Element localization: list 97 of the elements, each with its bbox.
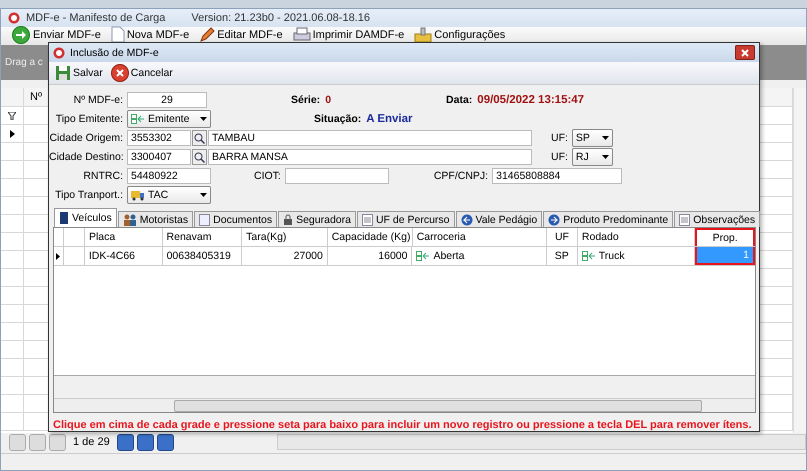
toolbar-button[interactable]: Enviar MDF-e xyxy=(11,28,101,41)
table-cell: 16000 xyxy=(328,247,412,265)
tag-icon xyxy=(582,251,596,261)
field-label: Situação: xyxy=(314,113,362,125)
serie-value: 0 xyxy=(325,94,332,106)
status-value: A Enviar xyxy=(366,113,412,125)
column-header[interactable]: Tara(Kg) xyxy=(242,228,328,246)
nav-button[interactable] xyxy=(156,434,174,450)
toolbox-icon xyxy=(414,26,432,42)
version-label: Version: 21.23b0 - 2021.06.08-18.16 xyxy=(191,12,370,24)
dropdown[interactable]: RJ xyxy=(572,148,613,166)
table-cell: Aberta xyxy=(412,247,547,265)
lock-icon xyxy=(283,214,294,225)
column-header[interactable]: Renavam xyxy=(162,228,242,246)
column-header[interactable]: UF xyxy=(547,228,578,246)
input-field[interactable]: BARRA MANSA xyxy=(208,149,532,165)
filter-icon xyxy=(8,112,16,120)
document-icon xyxy=(110,26,125,43)
toolbar-button[interactable]: Salvar xyxy=(55,65,103,81)
field-label: Tipo Emitente: xyxy=(54,113,123,125)
caret-icon xyxy=(200,117,207,121)
field-label: CIOT: xyxy=(254,170,281,182)
input-field[interactable]: 54480922 xyxy=(127,168,211,184)
nav-button[interactable] xyxy=(116,434,134,450)
arrow-icon xyxy=(56,252,60,260)
tag-icon xyxy=(416,251,430,261)
floppy-icon xyxy=(55,65,71,81)
app-icon xyxy=(53,46,65,58)
scrollbar[interactable] xyxy=(793,88,806,433)
door-icon xyxy=(59,212,69,224)
field-label: Cidade Destino: xyxy=(49,151,123,163)
field-label: UF: xyxy=(551,132,568,144)
app-icon xyxy=(8,12,20,24)
field-label: Data: xyxy=(446,94,472,106)
input-field[interactable]: 3300407 xyxy=(127,149,191,165)
tab[interactable]: Observações xyxy=(674,211,760,227)
close-button[interactable] xyxy=(735,45,755,60)
input-field[interactable] xyxy=(284,168,389,184)
tab[interactable]: UF de Percurso xyxy=(356,211,454,227)
input-field[interactable]: 29 xyxy=(127,92,207,108)
record-counter: 1 de 29 xyxy=(72,436,111,448)
tag-icon xyxy=(131,114,145,124)
input-field[interactable]: 3553302 xyxy=(127,130,191,146)
toolbar-button[interactable]: Nova MDF-e xyxy=(110,28,190,41)
nav-button[interactable] xyxy=(136,434,154,450)
people-icon xyxy=(122,214,137,226)
search-icon xyxy=(194,132,205,144)
hint-message: Clique em cima de cada grade e pressione seta para baixo para incluir um novo registro ou pressione a tecla DEL para remover ítens. xyxy=(53,419,752,431)
tab[interactable]: Seguradora xyxy=(278,211,356,227)
tab[interactable]: Veículos xyxy=(54,208,117,227)
field-label: CPF/CNPJ: xyxy=(434,170,488,182)
toolbar-button[interactable]: Configurações xyxy=(414,28,506,41)
search-button[interactable] xyxy=(192,130,207,146)
column-header[interactable]: Carroceria xyxy=(412,228,548,246)
field-label: RNTRC: xyxy=(82,170,123,182)
field-label: Tipo Tranport.: xyxy=(54,189,123,201)
caret-icon xyxy=(602,155,609,159)
field-label: Cidade Origem: xyxy=(49,132,123,144)
field-label: Série: xyxy=(291,94,320,106)
table-cell: 27000 xyxy=(242,247,328,265)
field-label: UF: xyxy=(551,151,568,163)
dropdown[interactable]: Emitente xyxy=(127,110,211,128)
tab[interactable]: Produto Predominante xyxy=(543,211,674,227)
window-title: MDF-e - Manifesto de Carga xyxy=(26,12,166,24)
tab[interactable]: Vale Pedágio xyxy=(456,211,542,227)
printer-icon xyxy=(292,26,311,42)
cancel-icon xyxy=(110,64,129,82)
scrollbar[interactable] xyxy=(54,398,755,412)
toolbar-button[interactable]: Cancelar xyxy=(110,64,173,82)
search-icon xyxy=(194,152,205,162)
close-icon xyxy=(741,48,749,56)
dropdown[interactable]: TAC xyxy=(127,186,211,204)
table-cell: IDK-4C66 xyxy=(84,247,163,265)
scrollbar[interactable] xyxy=(276,434,806,450)
dropdown[interactable]: SP xyxy=(572,129,613,147)
search-button[interactable] xyxy=(192,149,207,165)
tab[interactable]: Documentos xyxy=(194,211,278,227)
toolbar-button[interactable]: Editar MDF-e xyxy=(199,28,283,41)
dialog-title: Inclusão de MDF-e xyxy=(70,46,159,58)
input-field[interactable]: 31465808884 xyxy=(492,168,622,184)
column-header[interactable]: Capacidade (Kg) xyxy=(328,228,413,246)
field-label: Nº MDF-e: xyxy=(72,94,123,106)
input-field[interactable]: TAMBAU xyxy=(208,130,532,146)
toolbar-button[interactable]: Imprimir DAMDF-e xyxy=(292,28,404,41)
document-icon xyxy=(199,214,210,226)
table-cell: SP xyxy=(546,247,578,265)
table-cell: 00638405319 xyxy=(162,247,242,265)
truck-icon xyxy=(131,189,145,201)
column-header[interactable]: Rodado xyxy=(578,228,696,246)
tab[interactable]: Motoristas xyxy=(118,211,194,227)
group-panel-hint: Drag a c xyxy=(5,57,43,68)
arrow-icon xyxy=(10,130,14,138)
date-value: 09/05/2022 13:15:47 xyxy=(477,94,584,106)
column-header[interactable]: Placa xyxy=(84,228,163,246)
caret-icon xyxy=(602,136,609,140)
table-cell: 1 xyxy=(695,247,755,265)
caret-icon xyxy=(200,193,207,197)
